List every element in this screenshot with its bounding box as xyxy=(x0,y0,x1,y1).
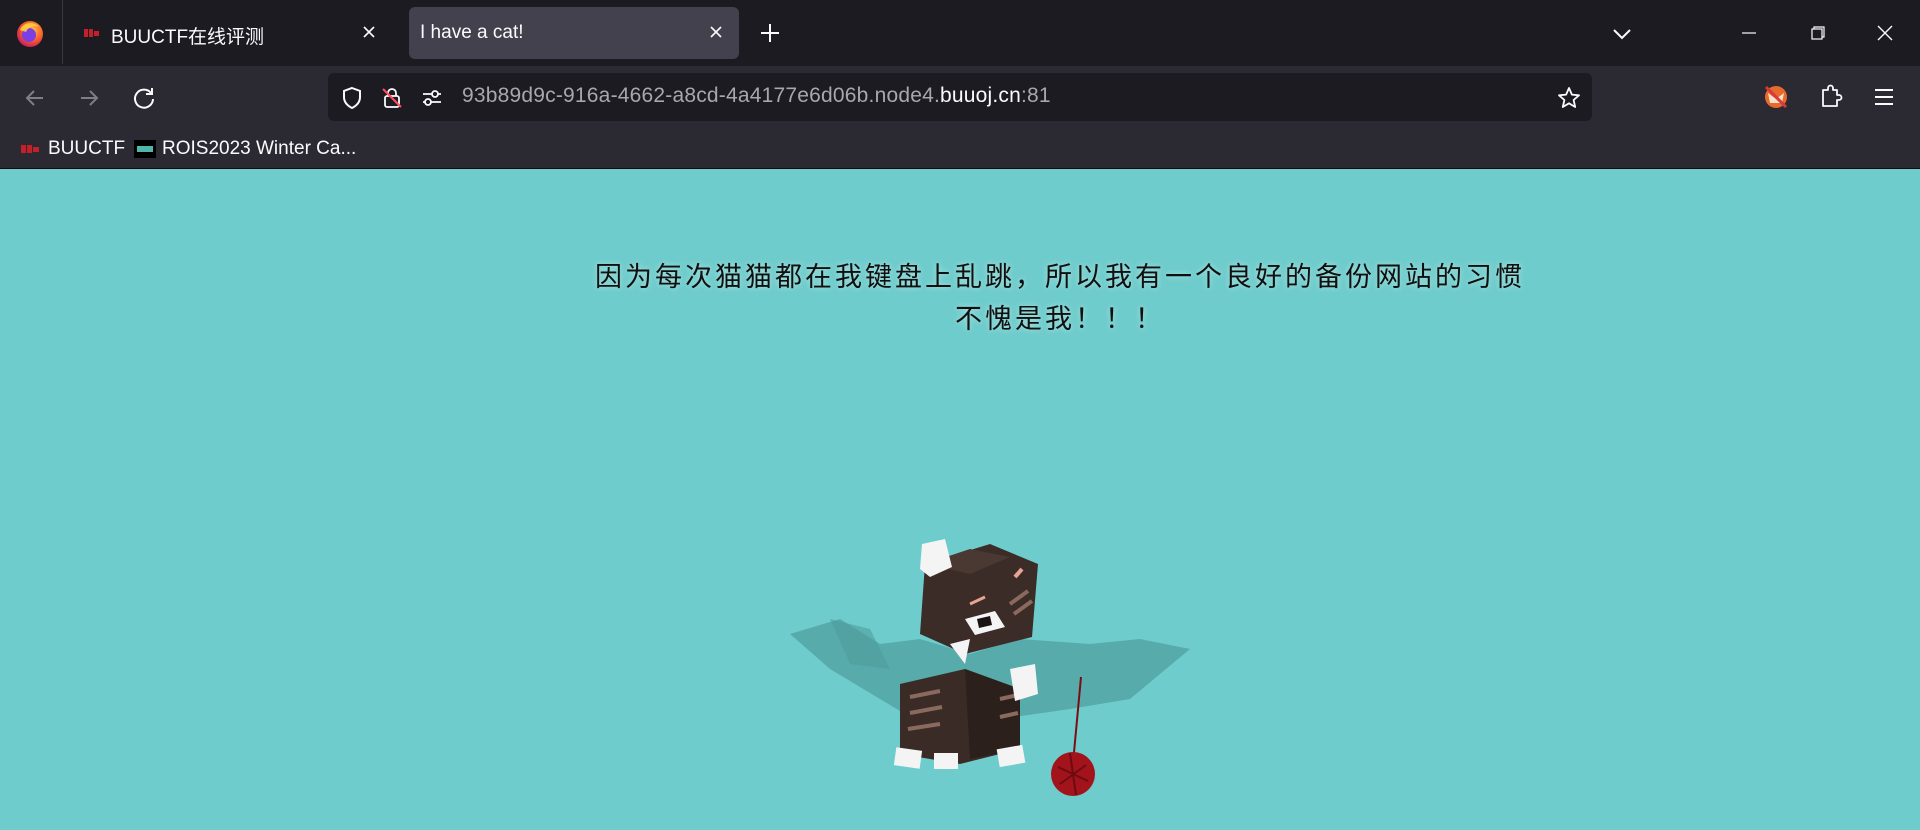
window-close-icon[interactable] xyxy=(1872,20,1898,46)
tab-title: BUUCTF在线评测 xyxy=(111,27,265,48)
bookmark-label: ROIS2023 Winter Ca... xyxy=(162,138,357,159)
bookmark-label: BUUCTF xyxy=(48,138,126,159)
cat-foot xyxy=(893,747,923,769)
message-line-2: 不愧是我！！！ xyxy=(955,304,1165,335)
cat-foot xyxy=(934,753,958,769)
navigation-toolbar: 93b89d9c-916a-4662-a8cd-4a4177e6d06b.nod… xyxy=(0,66,1920,130)
minimize-icon[interactable] xyxy=(1736,20,1762,46)
tab-title: I have a cat! xyxy=(420,22,524,43)
permissions-sliders-icon[interactable] xyxy=(420,86,444,110)
tracking-protection-shield-icon[interactable] xyxy=(340,86,364,110)
url-domain: buuoj.cn xyxy=(940,84,1022,107)
insecure-lock-icon[interactable] xyxy=(380,86,404,110)
close-icon[interactable] xyxy=(358,21,380,43)
page-content: 因为每次猫猫都在我键盘上乱跳，所以我有一个良好的备份网站的习惯 不愧是我！！！ xyxy=(0,169,1920,830)
rois-favicon-icon xyxy=(134,140,156,158)
extensions-puzzle-icon[interactable] xyxy=(1815,82,1845,112)
url-prefix: 93b89d9c-916a-4662-a8cd-4a4177e6d06b.nod… xyxy=(462,84,941,107)
url-port: :81 xyxy=(1021,84,1051,107)
tab-separator xyxy=(62,0,63,64)
tab-i-have-a-cat[interactable]: I have a cat! xyxy=(409,7,739,59)
buuctf-favicon-icon xyxy=(21,145,39,153)
extension-fox-icon[interactable] xyxy=(1761,82,1791,112)
new-tab-plus-icon[interactable] xyxy=(757,20,783,46)
tab-strip: BUUCTF在线评测 I have a cat! xyxy=(0,0,1920,66)
message-line-1: 因为每次猫猫都在我键盘上乱跳，所以我有一个良好的备份网站的习惯 xyxy=(595,262,1525,293)
forward-arrow-icon[interactable] xyxy=(75,84,103,112)
bookmarks-toolbar: BUUCTF ROIS2023 Winter Ca... xyxy=(0,130,1920,169)
hamburger-menu-icon[interactable] xyxy=(1869,82,1899,112)
restore-icon[interactable] xyxy=(1805,20,1831,46)
bookmark-star-icon[interactable] xyxy=(1556,85,1582,111)
reload-icon[interactable] xyxy=(130,84,158,112)
chevron-down-icon[interactable] xyxy=(1610,22,1634,46)
buuctf-favicon-icon xyxy=(84,29,99,37)
tab-buuctf[interactable]: BUUCTF在线评测 xyxy=(67,7,392,59)
cat-3d-illustration xyxy=(790,539,1190,796)
back-arrow-icon[interactable] xyxy=(21,84,49,112)
url-text[interactable]: 93b89d9c-916a-4662-a8cd-4a4177e6d06b.nod… xyxy=(462,84,1051,108)
close-icon[interactable] xyxy=(705,21,727,43)
firefox-logo-icon[interactable] xyxy=(14,18,46,50)
url-bar[interactable]: 93b89d9c-916a-4662-a8cd-4a4177e6d06b.nod… xyxy=(328,73,1592,121)
page-message: 因为每次猫猫都在我键盘上乱跳，所以我有一个良好的备份网站的习惯 不愧是我！！！ xyxy=(560,257,1560,341)
